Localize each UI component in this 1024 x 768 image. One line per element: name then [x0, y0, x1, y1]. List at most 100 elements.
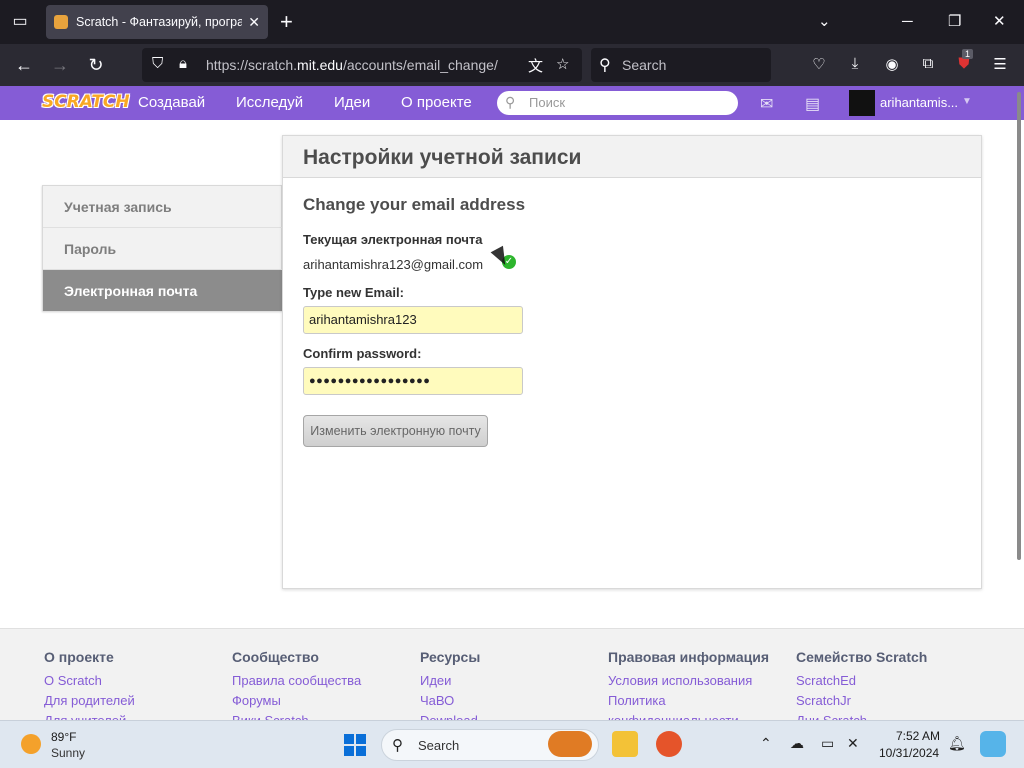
footer-column-resources: Ресурсы Идеи ЧаВО Download	[420, 649, 480, 720]
footer-link[interactable]: Форумы	[232, 691, 361, 711]
weather-description[interactable]: Sunny	[51, 746, 85, 760]
browser-search-bar[interactable]: ⚲ Search	[591, 48, 771, 82]
footer-link[interactable]: Политика	[608, 691, 769, 711]
scratch-logo[interactable]: SCRATCH	[42, 92, 130, 112]
firefox-icon[interactable]	[656, 731, 682, 757]
current-email-value: arihantamishra123@gmail.com	[303, 257, 484, 272]
search-icon: ⚲	[392, 737, 403, 754]
new-email-field[interactable]: arihantamishra123	[303, 306, 523, 334]
footer-column-legal: Правовая информация Условия использовани…	[608, 649, 769, 720]
url-text[interactable]: https://scratch.mit.edu/accounts/email_c…	[206, 57, 498, 73]
footer-link[interactable]: конфиденциальности	[608, 711, 769, 720]
sidebar-item-email[interactable]: Электронная почта	[43, 270, 283, 312]
footer-heading: Семейство Scratch	[796, 649, 928, 665]
taskbar: 89°F Sunny ⚲ Search ⌃ ☁ ▭ ✕ 7:52 AM 10/3…	[0, 720, 1024, 768]
panel-header: Настройки учетной записи	[283, 136, 981, 178]
speaker-icon[interactable]: ✕	[847, 735, 859, 752]
settings-panel: Настройки учетной записи Change your ema…	[282, 135, 982, 589]
footer-column-family: Семейство Scratch ScratchEd ScratchJr Дн…	[796, 649, 927, 720]
password-field[interactable]: ●●●●●●●●●●●●●●●●●	[303, 367, 523, 395]
onedrive-icon[interactable]: ☁	[790, 735, 804, 752]
change-email-button[interactable]: Изменить электронную почту	[303, 415, 488, 447]
copilot-icon[interactable]	[980, 731, 1006, 757]
bookmark-star-icon[interactable]: ☆	[556, 55, 569, 73]
my-stuff-icon[interactable]: ▤	[805, 94, 820, 114]
footer-link[interactable]: Вики Scratch	[232, 711, 361, 720]
page-scrollbar[interactable]	[1017, 92, 1021, 560]
scratch-header: SCRATCH Создавай Исследуй Идеи О проекте…	[0, 86, 1024, 120]
footer-link[interactable]: О Scratch	[44, 671, 135, 691]
footer-heading: О проекте	[44, 649, 114, 665]
minimize-icon[interactable]: ─	[902, 10, 913, 34]
forward-icon[interactable]: →	[48, 53, 72, 77]
site-search-placeholder: Поиск	[529, 95, 566, 110]
footer-link[interactable]: ScratchJr	[796, 691, 927, 711]
extensions-icon[interactable]: ⧉	[918, 55, 938, 72]
sidebar-item-password[interactable]: Пароль	[43, 228, 283, 270]
taskbar-search-placeholder: Search	[418, 738, 460, 753]
back-icon[interactable]: ←	[12, 53, 36, 77]
notification-bell-icon[interactable]: 🔔︎	[948, 735, 966, 752]
tab-overflow-chevron-icon[interactable]: ⌄	[818, 10, 831, 34]
downloads-icon[interactable]: ⤓	[845, 55, 865, 72]
browser-search-placeholder: Search	[622, 57, 667, 73]
file-explorer-icon[interactable]	[612, 731, 638, 757]
nav-create[interactable]: Создавай	[138, 94, 205, 111]
username[interactable]: arihantamis...	[880, 95, 958, 110]
browser-tab-bar: ▭ Scratch - Фантазируй, програм ✕ + ⌄ ─ …	[0, 0, 1024, 44]
footer-link[interactable]: Идеи	[420, 671, 480, 691]
site-search-input[interactable]: ⚲ Поиск	[497, 91, 738, 115]
chevron-up-icon[interactable]: ⌃	[760, 735, 772, 752]
footer-link[interactable]: Для учителей	[44, 711, 135, 720]
footer-link[interactable]: Дни Scratch	[796, 711, 927, 720]
lock-icon[interactable]: 🔒︎	[179, 55, 187, 72]
footer-column-about: О проекте О Scratch Для родителей Для уч…	[44, 649, 135, 720]
footer-column-community: Сообщество Правила сообщества Форумы Вик…	[232, 649, 361, 720]
messages-icon[interactable]: ✉	[760, 94, 773, 114]
footer-link[interactable]: Условия использования	[608, 671, 769, 691]
close-window-icon[interactable]: ✕	[993, 10, 1006, 34]
account-icon[interactable]: ◉	[882, 55, 902, 73]
footer-link[interactable]: Правила сообщества	[232, 671, 361, 691]
password-label: Confirm password:	[303, 346, 422, 361]
halloween-pumpkin-icon[interactable]	[548, 731, 592, 757]
footer-link[interactable]: ScratchEd	[796, 671, 927, 691]
windows-start-icon[interactable]	[344, 734, 366, 756]
nav-ideas[interactable]: Идеи	[334, 94, 370, 111]
current-email-label: Текущая электронная почта	[303, 232, 483, 247]
translate-icon[interactable]: 文	[528, 55, 543, 76]
shield-icon[interactable]: ⛉	[152, 55, 163, 72]
footer-link[interactable]: ЧаВО	[420, 691, 480, 711]
footer-heading: Ресурсы	[420, 649, 481, 665]
sun-icon[interactable]	[21, 734, 41, 754]
settings-sidebar: Учетная запись Пароль Электронная почта	[42, 185, 283, 312]
search-icon: ⚲	[505, 94, 516, 110]
tab-list-icon[interactable]: ▭	[8, 10, 32, 34]
browser-nav-bar: ← → ↻ ⛉ 🔒︎ https://scratch.mit.edu/accou…	[0, 44, 1024, 86]
nav-about[interactable]: О проекте	[401, 94, 472, 111]
tab-title: Scratch - Фантазируй, програм	[76, 15, 243, 29]
close-tab-icon[interactable]: ✕	[248, 14, 260, 31]
footer-heading: Сообщество	[232, 649, 319, 665]
footer-link[interactable]: Download	[420, 711, 480, 720]
chevron-down-icon[interactable]: ▼	[962, 96, 972, 107]
reload-icon[interactable]: ↻	[84, 53, 108, 77]
page-title: Настройки учетной записи	[303, 146, 582, 169]
nav-explore[interactable]: Исследуй	[236, 94, 303, 111]
search-icon: ⚲	[599, 57, 611, 74]
menu-icon[interactable]: ☰	[990, 55, 1010, 73]
browser-tab[interactable]: Scratch - Фантазируй, програм ✕	[46, 5, 268, 39]
new-email-label: Type new Email:	[303, 285, 404, 300]
display-icon[interactable]: ▭	[821, 735, 834, 752]
avatar[interactable]	[849, 90, 875, 116]
sidebar-item-account[interactable]: Учетная запись	[43, 186, 283, 228]
new-tab-icon[interactable]: +	[280, 10, 293, 34]
weather-temperature[interactable]: 89°F	[51, 730, 76, 744]
footer-link[interactable]: Для родителей	[44, 691, 135, 711]
clock-date[interactable]: 10/31/2024	[879, 746, 939, 760]
site-footer: О проекте О Scratch Для родителей Для уч…	[0, 628, 1024, 720]
restore-icon[interactable]: ❐	[948, 10, 961, 34]
url-bar[interactable]: ⛉ 🔒︎ https://scratch.mit.edu/accounts/em…	[142, 48, 582, 82]
clock-time[interactable]: 7:52 AM	[896, 729, 940, 743]
pocket-icon[interactable]: ♡	[809, 55, 829, 73]
